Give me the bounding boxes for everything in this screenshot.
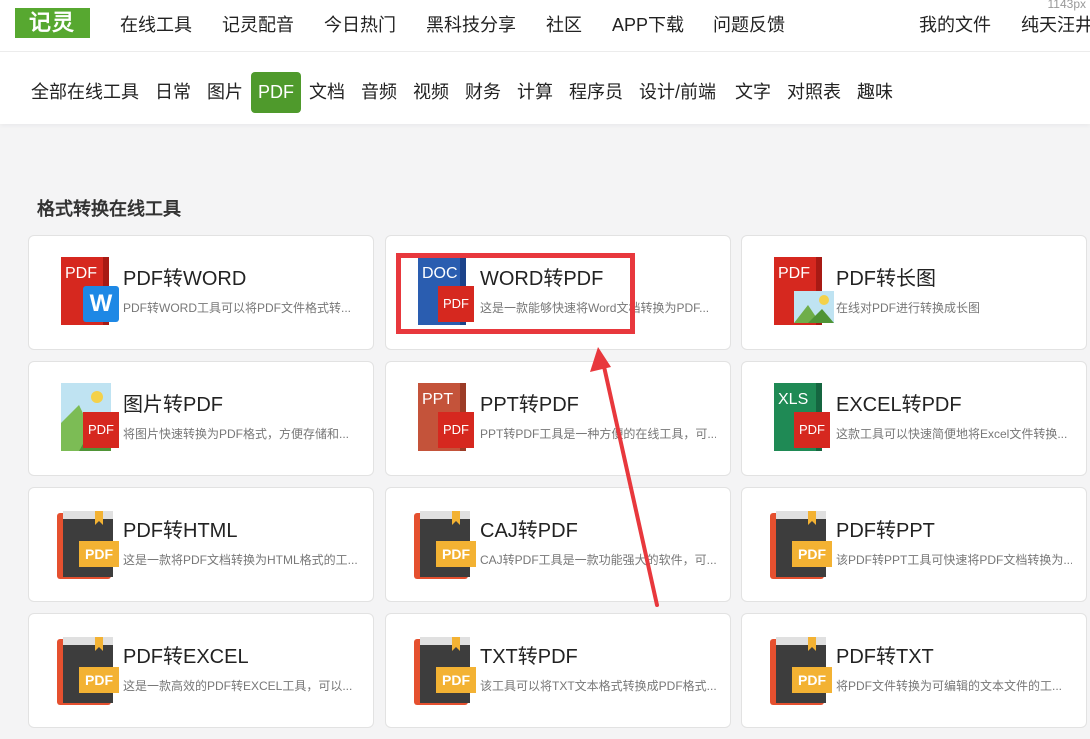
- pdf-book-icon: PDF: [414, 635, 480, 705]
- tool-title: 图片转PDF: [123, 394, 223, 416]
- pdf-to-word-icon: PDF W: [57, 257, 123, 327]
- tool-card-pdf-to-html[interactable]: PDF PDF转HTML 这是一款将PDF文档转换为HTML格式的工...: [28, 487, 374, 602]
- nav-tech-share[interactable]: 黑科技分享: [426, 11, 516, 37]
- tool-card-pdf-to-txt[interactable]: PDF PDF转TXT 将PDF文件转换为可编辑的文本文件的工...: [741, 613, 1087, 728]
- tool-title: WORD转PDF: [480, 268, 604, 290]
- cat-reference-table[interactable]: 对照表: [787, 72, 841, 113]
- tool-card-txt-to-pdf[interactable]: PDF TXT转PDF 该工具可以将TXT文本格式转换成PDF格式...: [385, 613, 731, 728]
- cat-daily[interactable]: 日常: [155, 72, 191, 113]
- tool-title: CAJ转PDF: [480, 520, 578, 542]
- cat-pdf[interactable]: PDF: [251, 72, 301, 113]
- tool-desc: 这是一款高效的PDF转EXCEL工具，可以...: [123, 679, 353, 693]
- tool-card-image-to-pdf[interactable]: PDF 图片转PDF 将图片快速转换为PDF格式，方便存储和...: [28, 361, 374, 476]
- pdf-book-icon: PDF: [57, 509, 123, 579]
- nav-community[interactable]: 社区: [546, 11, 582, 37]
- tool-desc: 该PDF转PPT工具可快速将PDF文档转换为...: [836, 553, 1072, 567]
- tool-desc: 这款工具可以快速简便地将Excel文件转换...: [836, 427, 1068, 441]
- cat-programmer[interactable]: 程序员: [569, 72, 623, 113]
- tool-desc: 将PDF文件转换为可编辑的文本文件的工...: [836, 679, 1063, 693]
- cat-video[interactable]: 视频: [413, 72, 449, 113]
- word-to-pdf-icon: DOC PDF: [414, 257, 480, 327]
- tool-card-pdf-to-excel[interactable]: PDF PDF转EXCEL 这是一款高效的PDF转EXCEL工具，可以...: [28, 613, 374, 728]
- pdf-book-icon: PDF: [57, 635, 123, 705]
- tool-desc: 这是一款能够快速将Word文档转换为PDF...: [480, 301, 710, 315]
- site-logo[interactable]: 记灵: [15, 8, 90, 38]
- cat-image[interactable]: 图片: [207, 72, 243, 113]
- user-name[interactable]: 纯天汪井: [1021, 11, 1090, 37]
- cat-audio[interactable]: 音频: [361, 72, 397, 113]
- nav-trending[interactable]: 今日热门: [324, 11, 396, 37]
- cat-all-tools[interactable]: 全部在线工具: [31, 72, 139, 113]
- tool-title: PDF转HTML: [123, 520, 238, 542]
- tool-desc: PPT转PDF工具是一种方便的在线工具，可...: [480, 427, 716, 441]
- top-bar: 记灵 在线工具 记灵配音 今日热门 黑科技分享 社区 APP下载 问题反馈 我的…: [0, 0, 1090, 52]
- nav-online-tools[interactable]: 在线工具: [120, 11, 192, 37]
- resize-hint: 1143px: [1047, 0, 1086, 11]
- tool-desc: 将图片快速转换为PDF格式，方便存储和...: [123, 427, 350, 441]
- my-files-link[interactable]: 我的文件: [919, 11, 991, 37]
- tool-card-pdf-to-word[interactable]: PDF W PDF转WORD PDF转WORD工具可以将PDF文件格式转...: [28, 235, 374, 350]
- nav-voiceover[interactable]: 记灵配音: [222, 11, 294, 37]
- nav-app-download[interactable]: APP下载: [612, 11, 684, 37]
- cat-document[interactable]: 文档: [309, 72, 345, 113]
- nav-feedback[interactable]: 问题反馈: [713, 11, 785, 37]
- tool-title: PDF转PPT: [836, 520, 935, 542]
- excel-to-pdf-icon: XLS PDF: [770, 383, 836, 453]
- cat-finance[interactable]: 财务: [465, 72, 501, 113]
- cat-calculate[interactable]: 计算: [517, 72, 553, 113]
- tool-card-ppt-to-pdf[interactable]: PPT PDF PPT转PDF PPT转PDF工具是一种方便的在线工具，可...: [385, 361, 731, 476]
- tool-title: PDF转长图: [836, 268, 936, 290]
- tool-title: PDF转WORD: [123, 268, 247, 290]
- category-bar: 全部在线工具 日常 图片 PDF 文档 音频 视频 财务 计算 程序员 设计/前…: [0, 52, 1090, 124]
- tool-card-pdf-to-ppt[interactable]: PDF PDF转PPT 该PDF转PPT工具可快速将PDF文档转换为...: [741, 487, 1087, 602]
- tool-card-word-to-pdf[interactable]: DOC PDF WORD转PDF 这是一款能够快速将Word文档转换为PDF..…: [385, 235, 731, 350]
- tool-desc: PDF转WORD工具可以将PDF文件格式转...: [123, 301, 351, 315]
- tool-desc: 这是一款将PDF文档转换为HTML格式的工...: [123, 553, 358, 567]
- image-to-pdf-icon: PDF: [57, 383, 123, 453]
- ppt-to-pdf-icon: PPT PDF: [414, 383, 480, 453]
- tool-title: TXT转PDF: [480, 646, 578, 668]
- tool-card-excel-to-pdf[interactable]: XLS PDF EXCEL转PDF 这款工具可以快速简便地将Excel文件转换.…: [741, 361, 1087, 476]
- cat-design-frontend[interactable]: 设计/前端: [639, 72, 716, 113]
- section-title: 格式转换在线工具: [37, 199, 181, 219]
- tool-title: PDF转TXT: [836, 646, 934, 668]
- tool-title: EXCEL转PDF: [836, 394, 962, 416]
- pdf-to-image-icon: PDF: [770, 257, 836, 327]
- pdf-book-icon: PDF: [770, 635, 836, 705]
- pdf-book-icon: PDF: [770, 509, 836, 579]
- tool-title: PPT转PDF: [480, 394, 579, 416]
- tool-desc: 该工具可以将TXT文本格式转换成PDF格式...: [480, 679, 716, 693]
- tool-card-pdf-to-long-image[interactable]: PDF PDF转长图 在线对PDF进行转换成长图: [741, 235, 1087, 350]
- pdf-book-icon: PDF: [414, 509, 480, 579]
- tool-title: PDF转EXCEL: [123, 646, 249, 668]
- cat-fun[interactable]: 趣味: [857, 72, 893, 113]
- tool-card-caj-to-pdf[interactable]: PDF CAJ转PDF CAJ转PDF工具是一款功能强大的软件，可...: [385, 487, 731, 602]
- tool-desc: 在线对PDF进行转换成长图: [836, 301, 981, 315]
- tool-desc: CAJ转PDF工具是一款功能强大的软件，可...: [480, 553, 716, 567]
- cat-text[interactable]: 文字: [735, 72, 771, 113]
